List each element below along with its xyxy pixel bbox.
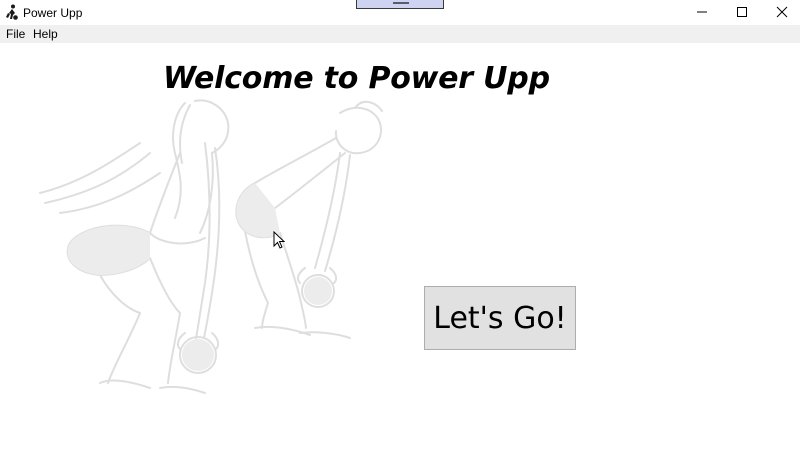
lets-go-button[interactable]: Let's Go! [424, 286, 576, 350]
mouse-pointer-icon [273, 231, 285, 249]
kettlebell-lifter-icon [6, 4, 18, 20]
maximize-button[interactable] [722, 0, 762, 25]
window-title: Power Upp [23, 6, 83, 20]
menu-bar: File Help [0, 25, 800, 43]
close-icon [776, 6, 788, 18]
menu-file[interactable]: File [6, 27, 25, 41]
main-content: Welcome to Power Upp Let's Go! [0, 43, 800, 450]
grip-icon [393, 2, 409, 4]
welcome-heading: Welcome to Power Upp [163, 61, 550, 96]
close-button[interactable] [762, 0, 800, 25]
app-window: Power Upp File Help Welcome to Power Upp… [0, 0, 800, 450]
title-bar[interactable]: Power Upp [0, 0, 800, 25]
minimize-icon [697, 11, 707, 13]
drag-handle[interactable] [356, 0, 444, 9]
maximize-icon [737, 7, 747, 17]
minimize-button[interactable] [682, 0, 722, 25]
kettlebell-swing-sketch [39, 99, 383, 394]
menu-help[interactable]: Help [33, 27, 58, 41]
